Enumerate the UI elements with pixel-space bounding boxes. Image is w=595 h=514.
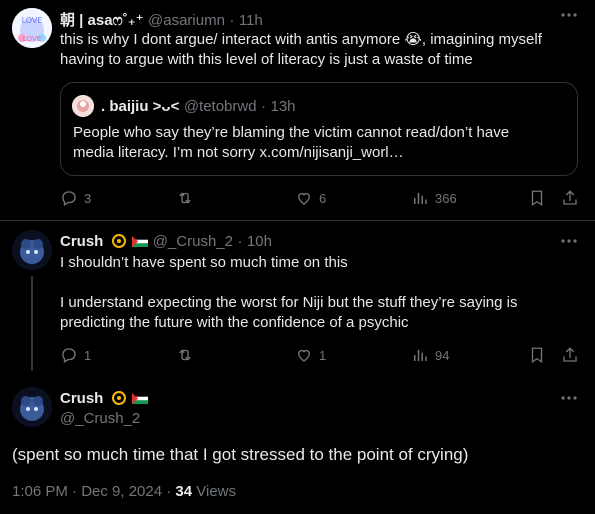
avatar bbox=[72, 95, 94, 117]
quoted-tweet[interactable]: . baijiu >ᴗ< @tetobrwd · 13h People who … bbox=[60, 82, 578, 176]
handle: @tetobrwd bbox=[183, 98, 257, 115]
repost-button[interactable] bbox=[176, 189, 200, 207]
like-button[interactable]: 1 bbox=[295, 346, 326, 364]
tweet-header: Crush bbox=[60, 390, 149, 408]
bookmark-button[interactable] bbox=[528, 189, 546, 207]
separator: · bbox=[261, 98, 267, 115]
display-name[interactable]: Crush bbox=[60, 390, 103, 407]
views-count: 366 bbox=[435, 190, 457, 206]
more-icon[interactable] bbox=[560, 232, 578, 255]
timestamp[interactable]: 10h bbox=[247, 233, 272, 250]
views-icon bbox=[414, 192, 427, 204]
views-count: 34 bbox=[175, 483, 193, 500]
reply-count: 1 bbox=[84, 347, 92, 363]
handle[interactable]: @_Crush_2 bbox=[60, 410, 140, 427]
share-button[interactable] bbox=[561, 346, 579, 364]
divider bbox=[0, 220, 595, 221]
timestamp: 13h bbox=[270, 98, 296, 115]
badge-icon bbox=[111, 234, 126, 248]
avatar[interactable] bbox=[12, 387, 52, 427]
like-icon bbox=[298, 349, 310, 362]
share-icon bbox=[563, 190, 577, 205]
repost-button[interactable] bbox=[176, 346, 200, 364]
quote-text: People who say they’re blaming the victi… bbox=[73, 124, 510, 161]
views-label: Views bbox=[192, 483, 237, 500]
like-count: 1 bbox=[319, 347, 327, 363]
timestamp[interactable]: 11h bbox=[239, 12, 263, 29]
more-icon[interactable] bbox=[560, 6, 578, 29]
bookmark-icon bbox=[531, 190, 543, 207]
display-name: . baijiu >ᴗ< bbox=[101, 98, 180, 115]
views-icon bbox=[414, 349, 427, 361]
badge-icon bbox=[111, 391, 126, 405]
tweet-text-p1: I shouldn’t have spent so much time on t… bbox=[60, 254, 348, 271]
flag-icon bbox=[132, 236, 149, 247]
reply-button[interactable]: 1 bbox=[60, 346, 91, 364]
reply-icon bbox=[62, 348, 76, 363]
separator: · bbox=[229, 12, 235, 29]
svg-text:LOVE: LOVE bbox=[22, 16, 43, 25]
reply-count: 3 bbox=[84, 190, 92, 206]
bookmark-icon bbox=[531, 347, 543, 364]
thread-line bbox=[31, 276, 33, 371]
handle[interactable]: @asariumn bbox=[148, 12, 225, 29]
share-button[interactable] bbox=[561, 189, 579, 207]
tweet-meta: 1:06 PM · Dec 9, 2024 · 34 Views bbox=[12, 483, 236, 500]
bookmark-button[interactable] bbox=[528, 346, 546, 364]
more-icon[interactable] bbox=[560, 389, 578, 412]
like-count: 6 bbox=[319, 190, 327, 206]
display-name[interactable]: 朝 | asaෆ˚₊⁺ bbox=[60, 12, 144, 29]
repost-icon bbox=[179, 349, 191, 361]
views-count: 94 bbox=[435, 347, 450, 363]
display-name[interactable]: Crush bbox=[60, 233, 103, 250]
tweet-text: this is why I dont argue/ interact with … bbox=[60, 31, 542, 68]
separator: · bbox=[237, 233, 243, 250]
avatar[interactable]: LOVE LOVE bbox=[12, 8, 52, 48]
quote-header: . baijiu >ᴗ< @tetobrwd · 13h bbox=[101, 98, 296, 116]
tweet-text-p2: I understand expecting the worst for Nij… bbox=[60, 294, 518, 331]
svg-text:LOVE: LOVE bbox=[23, 35, 41, 43]
views-button[interactable]: 94 bbox=[411, 346, 449, 364]
share-icon bbox=[563, 347, 577, 362]
tweet-text: (spent so much time that I got stressed … bbox=[12, 445, 469, 464]
like-button[interactable]: 6 bbox=[295, 189, 326, 207]
reply-button[interactable]: 3 bbox=[60, 189, 91, 207]
tweet-header: Crush @_Crush_2 · 10h bbox=[60, 233, 272, 251]
like-icon bbox=[298, 192, 310, 205]
avatar[interactable] bbox=[12, 230, 52, 270]
timestamp[interactable]: 1:06 PM · Dec 9, 2024 · bbox=[12, 483, 175, 500]
views-button[interactable]: 366 bbox=[411, 189, 457, 207]
flag-icon bbox=[132, 393, 149, 404]
repost-icon bbox=[179, 192, 191, 204]
handle[interactable]: @_Crush_2 bbox=[153, 233, 233, 250]
reply-icon bbox=[62, 191, 76, 206]
tweet-header: 朝 | asaෆ˚₊⁺ @asariumn · 11h bbox=[60, 9, 263, 30]
